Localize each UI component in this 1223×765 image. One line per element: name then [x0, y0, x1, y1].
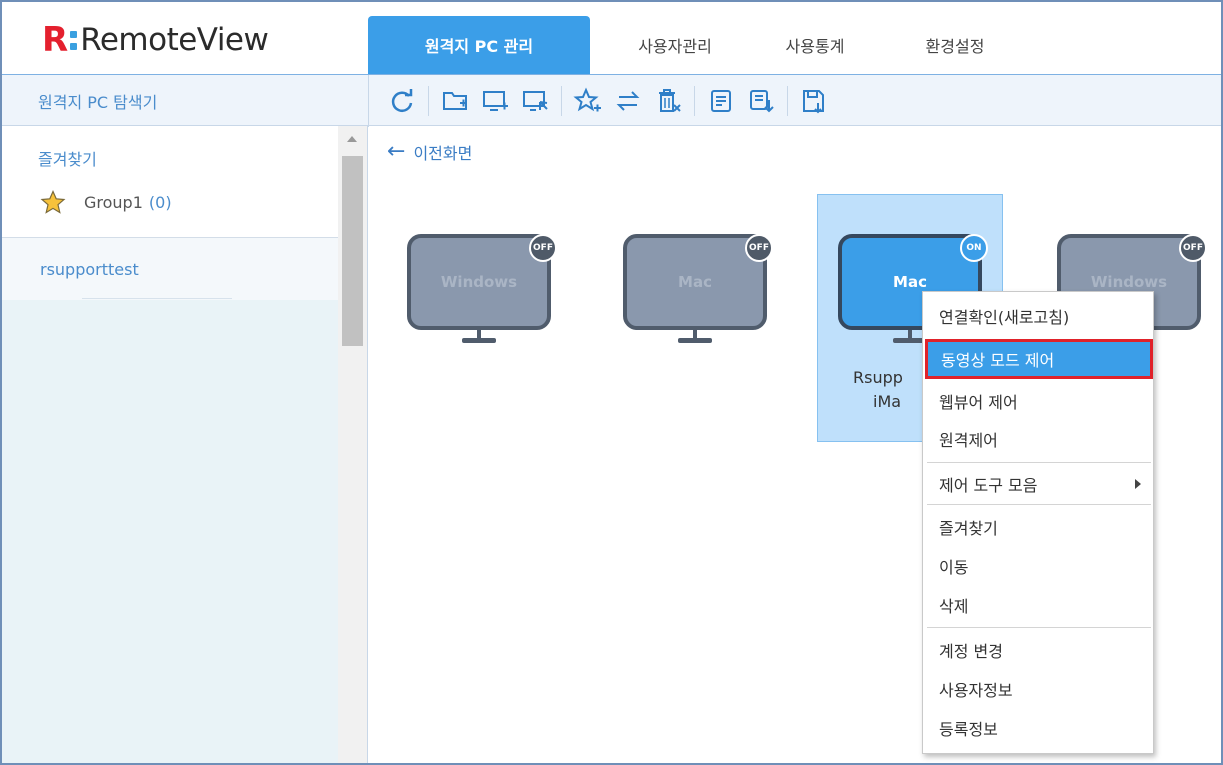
back-label: 이전화면 — [413, 144, 473, 163]
app-window: R RemoteView 원격지 PC 관리 사용자관리 사용통계 환경설정 원… — [0, 0, 1223, 765]
sidebar-scrollbar[interactable] — [338, 126, 367, 763]
back-button[interactable]: ← 이전화면 — [387, 140, 472, 164]
save-icon[interactable] — [794, 83, 834, 119]
menu-separator — [927, 627, 1151, 628]
submenu-arrow-icon — [1135, 479, 1141, 489]
status-badge: OFF — [745, 234, 773, 262]
status-badge: OFF — [529, 234, 557, 262]
sidebar: 즐겨찾기 Group1 (0) rsupporttest — [2, 126, 368, 763]
pc-name-line1: Rsupp — [853, 368, 903, 387]
move-icon[interactable] — [608, 83, 648, 119]
menu-item-check-connection[interactable]: 연결확인(새로고침) — [923, 298, 1155, 334]
main-tabs: 원격지 PC 관리 사용자관리 사용통계 환경설정 — [368, 16, 1040, 74]
divider — [368, 75, 369, 127]
scroll-up-arrow-icon[interactable] — [347, 136, 357, 142]
account-item[interactable]: rsupporttest — [40, 260, 139, 279]
logo: R RemoteView — [42, 20, 269, 60]
tab-usage-statistics[interactable]: 사용통계 — [760, 16, 870, 74]
add-folder-icon[interactable] — [435, 83, 475, 119]
logo-colon — [70, 30, 78, 50]
group-count: (0) — [148, 192, 172, 212]
arrow-left-icon: ← — [387, 139, 406, 164]
menu-item-webviewer-control[interactable]: 웹뷰어 제어 — [923, 383, 1155, 419]
group-name: Group1 — [84, 192, 143, 212]
monitor-base — [462, 338, 496, 343]
logo-text: RemoteView — [80, 22, 269, 58]
select-pc-icon[interactable] — [515, 83, 555, 119]
scroll-thumb[interactable] — [342, 156, 363, 346]
context-menu: 연결확인(새로고침) 동영상 모드 제어 웹뷰어 제어 원격제어 제어 도구 모… — [922, 291, 1154, 754]
export-log-icon[interactable] — [741, 83, 781, 119]
explorer-title: 원격지 PC 탐색기 — [38, 93, 158, 112]
menu-item-change-account[interactable]: 계정 변경 — [923, 632, 1155, 668]
account-panel: rsupporttest — [2, 238, 338, 300]
pc-name-line2: iMa — [873, 392, 902, 411]
toolbar — [382, 83, 834, 119]
monitor-base — [678, 338, 712, 343]
toolbar-separator — [694, 86, 695, 116]
logo-mark: R — [42, 20, 69, 60]
star-icon — [40, 190, 66, 214]
toolbar-separator — [787, 86, 788, 116]
divider — [82, 298, 232, 299]
menu-item-delete[interactable]: 삭제 — [923, 587, 1155, 623]
menu-item-label: 제어 도구 모음 — [939, 476, 1038, 495]
tab-settings[interactable]: 환경설정 — [870, 16, 1040, 74]
menu-separator — [927, 504, 1151, 505]
log-icon[interactable] — [701, 83, 741, 119]
menu-item-control-toolbox[interactable]: 제어 도구 모음 — [923, 466, 1155, 502]
status-badge: ON — [960, 234, 988, 262]
menu-item-video-mode-control[interactable]: 동영상 모드 제어 — [925, 339, 1153, 379]
favorites-title: 즐겨찾기 — [38, 150, 97, 169]
toolbar-row: 원격지 PC 탐색기 — [2, 74, 1221, 127]
delete-icon[interactable] — [648, 83, 688, 119]
toolbar-separator — [561, 86, 562, 116]
menu-item-user-info[interactable]: 사용자정보 — [923, 671, 1155, 707]
toolbar-separator — [428, 86, 429, 116]
tab-remote-pc-management[interactable]: 원격지 PC 관리 — [368, 16, 590, 74]
header: R RemoteView 원격지 PC 관리 사용자관리 사용통계 환경설정 — [2, 2, 1221, 74]
favorite-group-item[interactable]: Group1 (0) — [40, 190, 172, 214]
menu-item-move[interactable]: 이동 — [923, 548, 1155, 584]
favorites-panel: 즐겨찾기 Group1 (0) — [2, 126, 338, 238]
status-badge: OFF — [1179, 234, 1207, 262]
menu-item-remote-control[interactable]: 원격제어 — [923, 421, 1155, 457]
menu-separator — [927, 462, 1151, 463]
add-pc-icon[interactable] — [475, 83, 515, 119]
add-favorite-icon[interactable] — [568, 83, 608, 119]
refresh-icon[interactable] — [382, 83, 422, 119]
menu-item-favorites[interactable]: 즐겨찾기 — [923, 509, 1155, 545]
tab-user-management[interactable]: 사용자관리 — [590, 16, 760, 74]
menu-item-properties[interactable]: 등록정보 — [923, 710, 1155, 746]
